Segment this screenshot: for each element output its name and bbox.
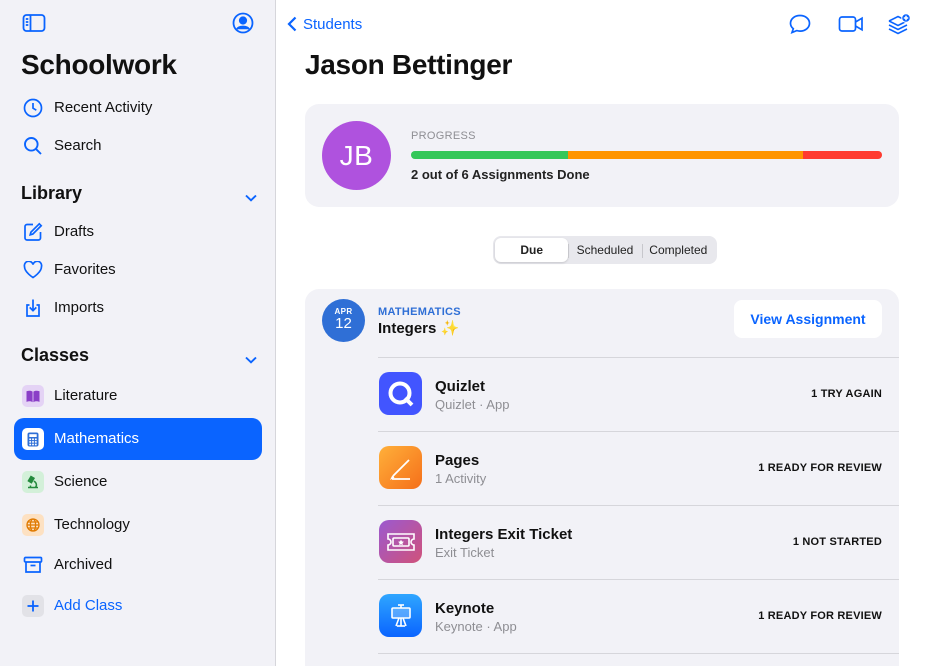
progress-segment-done [411, 151, 568, 159]
student-name: Jason Bettinger [305, 49, 513, 80]
view-assignment-button[interactable]: View Assignment [734, 300, 882, 338]
add-class-button[interactable]: Add Class [14, 587, 262, 625]
activity-row-pages[interactable]: Pages 1 Activity 1 READY FOR REVIEW [378, 431, 899, 505]
video-call-icon[interactable] [838, 13, 864, 35]
status-segmented-control: Due Scheduled Completed [493, 236, 717, 264]
sidebar-item-label: Recent Activity [54, 99, 153, 116]
activity-name: Quizlet [435, 378, 486, 395]
book-icon [22, 385, 44, 407]
sidebar-item-search[interactable]: Search [14, 127, 262, 165]
activity-subtitle: Quizlet · App [435, 397, 510, 412]
sidebar-item-literature[interactable]: Literature [14, 377, 262, 415]
activity-status: 1 READY FOR REVIEW [758, 462, 882, 474]
import-icon [22, 297, 44, 319]
sidebar-item-label: Archived [54, 556, 113, 573]
activity-name: Pages [435, 452, 480, 469]
sidebar-item-mathematics[interactable]: Mathematics [14, 418, 262, 460]
sidebar-item-label: Favorites [54, 261, 116, 278]
tab-scheduled[interactable]: Scheduled [568, 238, 641, 262]
sidebar-item-technology[interactable]: Technology [14, 506, 262, 544]
tab-due[interactable]: Due [495, 238, 569, 262]
sidebar-item-label: Technology [54, 516, 130, 533]
activity-name: Integers Exit Ticket [435, 526, 573, 543]
sidebar-item-archived[interactable]: Archived [14, 546, 262, 584]
back-button[interactable]: Students [287, 14, 362, 34]
sidebar-item-recent-activity[interactable]: Recent Activity [14, 89, 262, 127]
heart-icon [22, 259, 44, 281]
exit-ticket-icon [379, 520, 422, 563]
activity-status: 1 TRY AGAIN [811, 388, 882, 400]
sidebar-item-drafts[interactable]: Drafts [14, 213, 262, 251]
avatar[interactable]: JB [322, 121, 391, 190]
sparkles-emoji: ✨ [440, 320, 460, 337]
tab-completed[interactable]: Completed [641, 238, 715, 262]
library-heading: Library [21, 183, 83, 203]
assignment-title-text: Integers [378, 320, 437, 337]
plus-icon [22, 595, 44, 617]
calculator-icon [22, 428, 44, 450]
sidebar-title: Schoolwork [21, 49, 177, 80]
clock-icon [22, 97, 44, 119]
activity-row-quizlet[interactable]: Quizlet Quizlet · App 1 TRY AGAIN [378, 357, 899, 431]
microscope-icon [22, 471, 44, 493]
activity-row-exit-ticket[interactable]: Integers Exit Ticket Exit Ticket 1 NOT S… [378, 505, 899, 579]
sidebar-item-favorites[interactable]: Favorites [14, 251, 262, 289]
message-icon[interactable] [788, 13, 812, 35]
due-day: 12 [335, 315, 352, 332]
activity-name: Keynote [435, 600, 495, 617]
chevron-left-icon [287, 16, 297, 32]
chevron-down-icon[interactable] [245, 351, 257, 364]
progress-segment-in-progress [567, 151, 804, 159]
archive-icon [22, 554, 44, 576]
pages-icon [379, 446, 422, 489]
sidebar: Schoolwork Recent Activity Search Librar… [0, 0, 276, 666]
activity-subtitle: Exit Ticket [435, 545, 495, 560]
quizlet-icon [379, 372, 422, 415]
add-class-label: Add Class [54, 597, 123, 614]
sidebar-item-label: Literature [54, 387, 118, 404]
activity-subtitle: Keynote · App [435, 619, 517, 634]
assignment-title[interactable]: Integers ✨ [378, 319, 459, 337]
back-label: Students [303, 15, 363, 33]
globe-icon [22, 514, 44, 536]
account-icon[interactable] [232, 12, 254, 34]
activity-subtitle: 1 Activity [435, 471, 487, 486]
assignment-card: APR 12 MATHEMATICS Integers ✨ View Assig… [305, 289, 899, 666]
main-content: Students Jason Bettinger JB PROGRESS 2 o… [277, 0, 928, 666]
progress-card: JB PROGRESS 2 out of 6 Assignments Done [305, 104, 899, 207]
activity-row-keynote[interactable]: Keynote Keynote · App 1 READY FOR REVIEW [378, 579, 899, 653]
sidebar-item-label: Search [54, 137, 102, 154]
classes-heading: Classes [21, 345, 90, 365]
progress-label: PROGRESS [411, 130, 476, 142]
sidebar-item-science[interactable]: Science [14, 463, 262, 501]
activity-status: 1 READY FOR REVIEW [758, 610, 882, 622]
sidebar-item-label: Drafts [54, 223, 95, 240]
sidebar-item-imports[interactable]: Imports [14, 289, 262, 327]
sidebar-item-label: Mathematics [54, 430, 140, 447]
progress-segment-not-started [803, 151, 882, 159]
chevron-down-icon[interactable] [245, 189, 257, 202]
activity-status: 1 NOT STARTED [792, 536, 882, 548]
sidebar-item-label: Imports [54, 299, 105, 316]
sidebar-item-label: Science [54, 473, 108, 490]
classes-section-header[interactable]: Classes [21, 345, 261, 369]
library-section-header[interactable]: Library [21, 183, 261, 207]
sidebar-toggle-icon[interactable] [22, 13, 46, 33]
sidebar-toolbar [0, 0, 276, 44]
progress-bar [411, 151, 882, 159]
add-assignment-icon[interactable] [887, 13, 911, 35]
progress-summary: 2 out of 6 Assignments Done [411, 167, 590, 182]
due-date-badge: APR 12 [322, 299, 365, 342]
compose-icon [22, 221, 44, 243]
assignment-subject: MATHEMATICS [378, 306, 461, 318]
search-icon [22, 135, 44, 157]
keynote-icon [379, 594, 422, 637]
activity-row-divider [378, 653, 899, 666]
